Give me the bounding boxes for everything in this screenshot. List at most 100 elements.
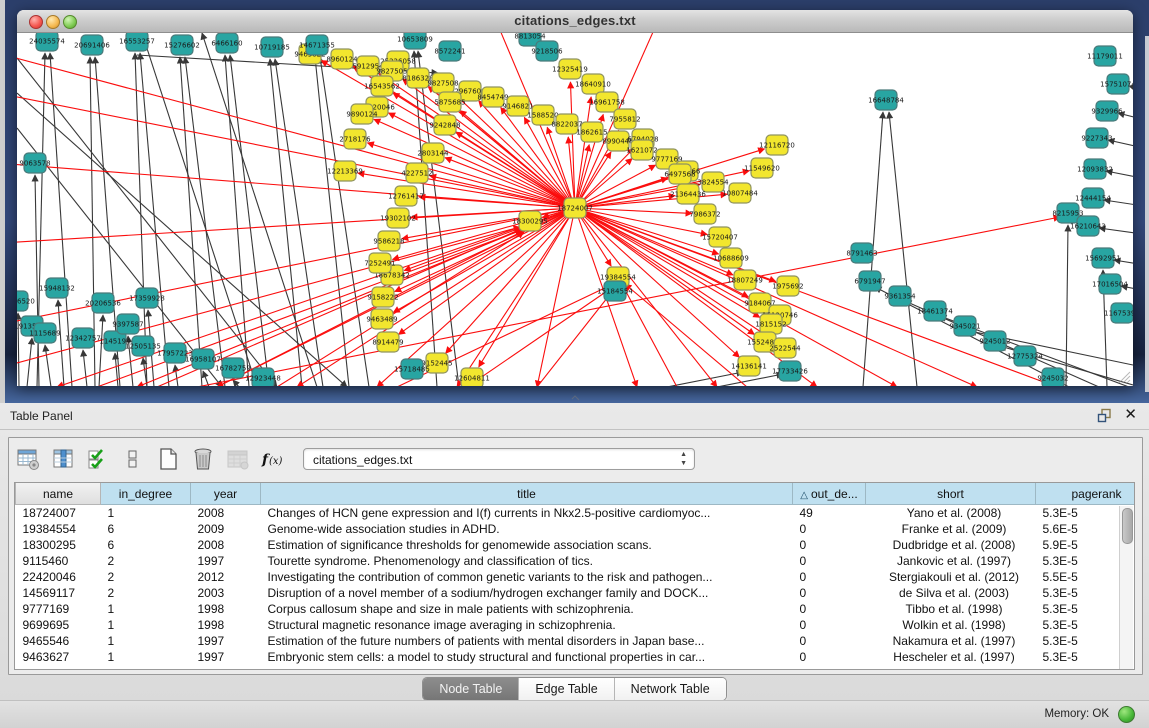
- graph-node-teal[interactable]: 9227343: [1081, 128, 1112, 148]
- graph-node-yellow[interactable]: 15720407: [702, 227, 738, 247]
- table-row[interactable]: 1938455462009Genome-wide association stu…: [16, 521, 1136, 537]
- graph-node-teal[interactable]: 16553257: [119, 33, 155, 51]
- close-panel-icon[interactable]: ✕: [1124, 407, 1137, 423]
- graph-node-yellow[interactable]: 2522544: [769, 338, 801, 358]
- graph-node-teal[interactable]: 17359928: [129, 288, 165, 308]
- network-canvas[interactable]: 1872400794638228960124591295425226058982…: [17, 33, 1133, 386]
- graph-node-yellow[interactable]: 12761417: [388, 186, 424, 206]
- table-row[interactable]: 1456911722003Disruption of a novel membe…: [16, 585, 1136, 601]
- graph-node-teal[interactable]: 12444154: [1075, 188, 1111, 208]
- column-header-outde[interactable]: △out_de...: [793, 483, 866, 505]
- graph-node-teal[interactable]: 16648784: [868, 90, 904, 110]
- graph-node-yellow[interactable]: 19302102: [380, 208, 416, 228]
- new-table-icon[interactable]: [155, 446, 181, 472]
- delete-table-icon[interactable]: [190, 446, 216, 472]
- graph-node-teal[interactable]: 20306520: [17, 291, 35, 311]
- graph-node-teal[interactable]: 10719185: [254, 37, 290, 57]
- graph-node-teal[interactable]: 24035574: [29, 33, 65, 51]
- graph-node-yellow[interactable]: 18807249: [727, 270, 763, 290]
- function-builder-icon[interactable]: f(x): [260, 446, 286, 472]
- table-row[interactable]: 911546021997Tourette syndrome. Phenomeno…: [16, 553, 1136, 569]
- table-row[interactable]: 946362711997Embryonic stem cells: a mode…: [16, 649, 1136, 665]
- table-row[interactable]: 2242004622012Investigating the contribut…: [16, 569, 1136, 585]
- graph-node-yellow[interactable]: 9158222: [367, 287, 398, 307]
- graph-node-teal[interactable]: 9361354: [884, 286, 916, 306]
- column-edit-icon[interactable]: [50, 446, 76, 472]
- column-header-name[interactable]: name: [16, 483, 101, 505]
- column-header-year[interactable]: year: [191, 483, 261, 505]
- graph-node-teal[interactable]: 6791947: [854, 271, 885, 291]
- graph-node-yellow[interactable]: 9890124: [346, 104, 378, 124]
- graph-node-yellow[interactable]: 11549620: [744, 158, 780, 178]
- graph-node-yellow[interactable]: 2803144: [417, 143, 449, 163]
- select-rows-icon[interactable]: [85, 446, 111, 472]
- graph-node-teal[interactable]: 8572241: [434, 41, 465, 61]
- graph-node-teal[interactable]: 15751074: [1100, 74, 1133, 94]
- graph-node-teal[interactable]: 1115689: [29, 323, 60, 343]
- tab-network-table[interactable]: Network Table: [615, 678, 726, 700]
- float-panel-icon[interactable]: [1097, 408, 1113, 424]
- graph-node-yellow[interactable]: 9242848: [429, 115, 460, 135]
- tab-node-table[interactable]: Node Table: [423, 678, 519, 700]
- graph-node-teal[interactable]: 9245032: [1037, 368, 1068, 386]
- graph-node-teal[interactable]: 9397587: [112, 314, 143, 334]
- graph-node-teal[interactable]: 15276602: [164, 35, 200, 55]
- svg-text:12604811: 12604811: [454, 375, 490, 383]
- table-scrollbar-thumb[interactable]: [1122, 508, 1133, 544]
- graph-node-teal[interactable]: 11179011: [1087, 46, 1123, 66]
- graph-node-teal[interactable]: 15692951: [1085, 248, 1121, 268]
- node-table[interactable]: namein_degreeyeartitle△out_de...shortpag…: [14, 482, 1135, 670]
- graph-node-teal[interactable]: 20691406: [74, 35, 110, 55]
- graph-node-yellow[interactable]: 12213369: [327, 161, 363, 181]
- graph-node-teal[interactable]: 17733426: [772, 361, 808, 381]
- graph-node-yellow[interactable]: 9463489: [366, 309, 397, 329]
- tab-edge-table[interactable]: Edge Table: [519, 678, 614, 700]
- graph-node-teal[interactable]: 12093832: [1077, 159, 1113, 179]
- column-header-indegree[interactable]: in_degree: [101, 483, 191, 505]
- graph-node-yellow[interactable]: 7986372: [689, 204, 720, 224]
- graph-node-yellow[interactable]: 10688609: [713, 248, 749, 268]
- table-settings-icon[interactable]: [15, 446, 41, 472]
- table-row[interactable]: 969969511998Structural magnetic resonanc…: [16, 617, 1136, 633]
- graph-node-teal[interactable]: 10653809: [397, 33, 433, 49]
- splitter-handle-icon[interactable]: [571, 395, 580, 401]
- network-window-titlebar[interactable]: citations_edges.txt: [17, 10, 1133, 33]
- graph-node-yellow[interactable]: 5875685: [434, 92, 465, 112]
- import-table-disabled-icon[interactable]: [225, 446, 251, 472]
- column-header-pagerank[interactable]: pagerank: [1036, 483, 1136, 505]
- graph-node-teal[interactable]: 9329966: [1091, 101, 1123, 121]
- graph-node-teal[interactable]: 15948132: [39, 278, 75, 298]
- graph-node-teal[interactable]: 8791463: [846, 243, 877, 263]
- graph-node-teal[interactable]: 9218506: [531, 41, 563, 61]
- table-row[interactable]: 946554611997Estimation of the future num…: [16, 633, 1136, 649]
- row-height-icon[interactable]: [120, 446, 146, 472]
- table-selector-dropdown[interactable]: citations_edges.txt▲▼: [303, 448, 695, 470]
- graph-node-yellow[interactable]: 2718176: [339, 129, 371, 149]
- graph-node-teal[interactable]: 17016504: [1092, 274, 1128, 294]
- graph-node-teal[interactable]: 9063578: [19, 153, 50, 173]
- graph-node-teal[interactable]: 6466160: [211, 33, 242, 53]
- graph-node-yellow[interactable]: 1975692: [772, 276, 803, 296]
- graph-node-yellow[interactable]: 7955812: [609, 109, 640, 129]
- network-window[interactable]: citations_edges.txt 18724007946382289601…: [17, 10, 1133, 386]
- graph-node-yellow[interactable]: 1815152: [755, 314, 786, 334]
- graph-node-teal[interactable]: 11675398: [1104, 303, 1133, 323]
- column-header-short[interactable]: short: [866, 483, 1036, 505]
- graph-node-teal[interactable]: 20206536: [85, 293, 121, 313]
- table-row[interactable]: 1872400712008Changes of HCN gene express…: [16, 505, 1136, 522]
- graph-node-teal[interactable]: 12342757: [65, 328, 101, 348]
- column-header-title[interactable]: title: [261, 483, 793, 505]
- graph-node-yellow[interactable]: 6497568: [664, 164, 695, 184]
- graph-node-teal[interactable]: 9245012: [979, 331, 1010, 351]
- table-row[interactable]: 977716911998Corpus callosum shape and si…: [16, 601, 1136, 617]
- graph-node-teal[interactable]: 9345021: [949, 316, 980, 336]
- graph-node-yellow[interactable]: 7252491: [364, 253, 395, 273]
- table-row[interactable]: 1830029562008Estimation of significance …: [16, 537, 1136, 553]
- graph-node-yellow[interactable]: 4227512: [401, 163, 432, 183]
- graph-node-yellow[interactable]: 9586218: [373, 231, 404, 251]
- graph-node-teal[interactable]: 18461374: [917, 301, 953, 321]
- resize-grip-icon[interactable]: [1117, 370, 1131, 384]
- graph-node-yellow[interactable]: 12116720: [759, 135, 795, 155]
- table-scrollbar[interactable]: [1119, 506, 1133, 669]
- graph-node-yellow[interactable]: 8914479: [372, 332, 403, 352]
